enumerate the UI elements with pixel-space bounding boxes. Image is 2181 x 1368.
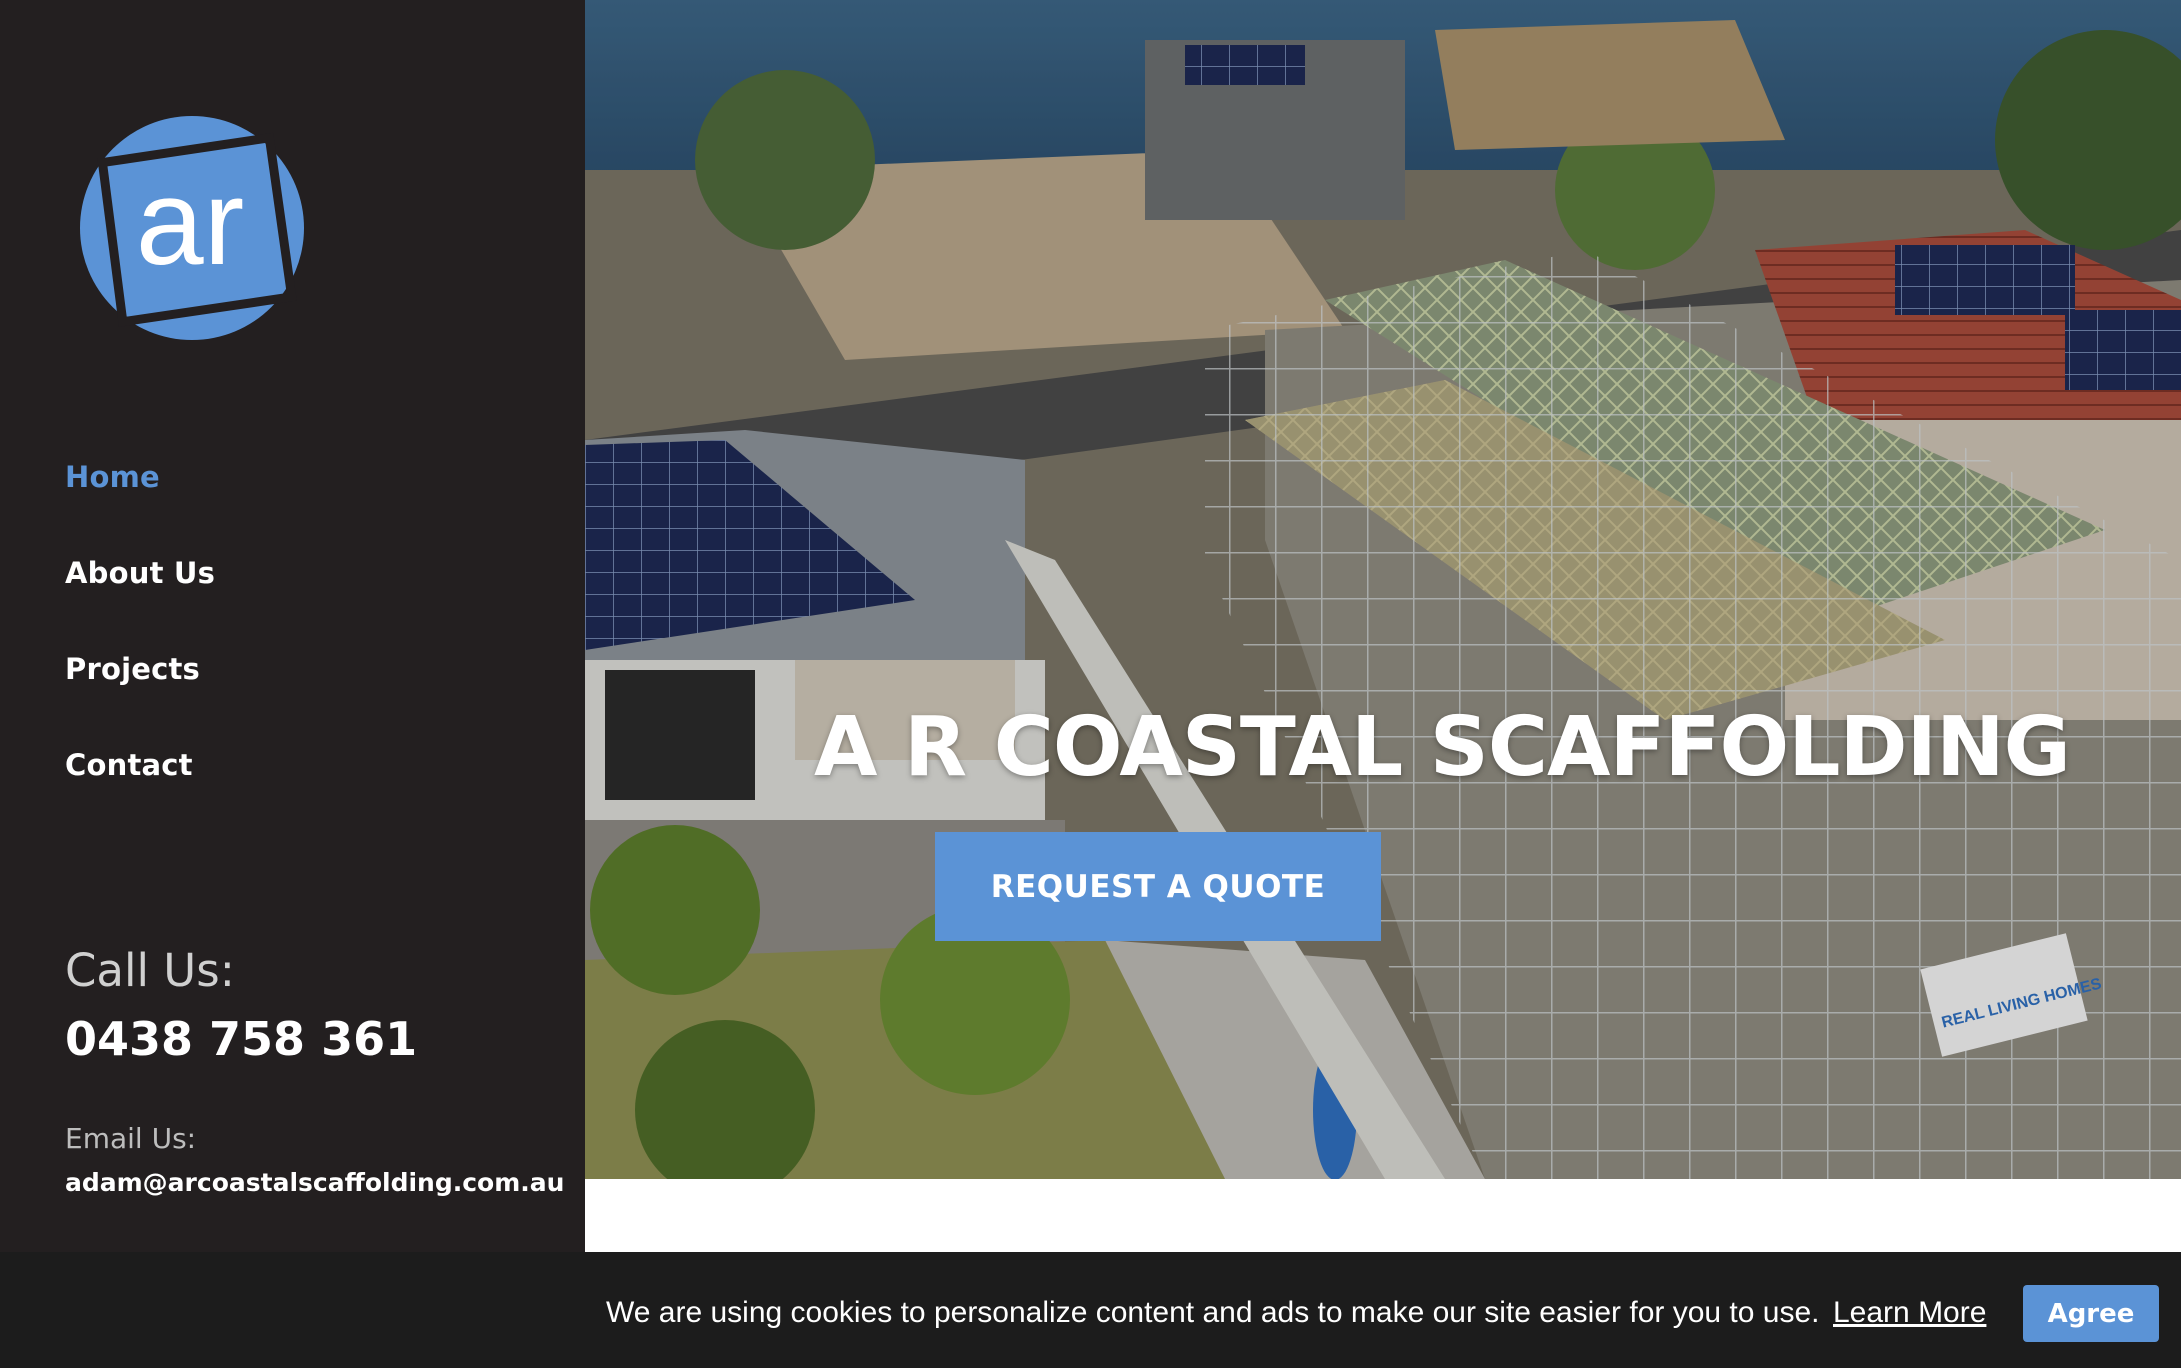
nav-projects[interactable]: Projects: [65, 652, 200, 686]
hero-title: A R COASTAL SCAFFOLDING: [814, 700, 2071, 795]
learn-more-link[interactable]: Learn More: [1833, 1296, 1986, 1330]
agree-button[interactable]: Agree: [2023, 1285, 2159, 1342]
nav-about-us[interactable]: About Us: [65, 556, 215, 590]
call-label: Call Us:: [65, 944, 235, 997]
phone-number[interactable]: 0438 758 361: [65, 1012, 417, 1066]
email-link[interactable]: adam@arcoastalscaffolding.com.au: [65, 1168, 564, 1197]
hero-photo: REAL LIVING HOMES: [585, 0, 2181, 1179]
main-nav: Home About Us Projects Contact: [65, 460, 215, 844]
request-quote-button[interactable]: REQUEST A QUOTE: [935, 832, 1381, 941]
hero-banner: REAL LIVING HOMES A R COASTAL SCAFFOLDIN…: [585, 0, 2181, 1179]
email-label: Email Us:: [65, 1122, 197, 1155]
nav-contact[interactable]: Contact: [65, 748, 193, 782]
nav-home[interactable]: Home: [65, 460, 160, 494]
logo-text: ar: [136, 154, 244, 290]
ar-logo[interactable]: ar: [78, 114, 306, 342]
sidebar: ar Home About Us Projects Contact Call U…: [0, 0, 585, 1368]
cookie-message: We are using cookies to personalize cont…: [606, 1296, 1820, 1329]
